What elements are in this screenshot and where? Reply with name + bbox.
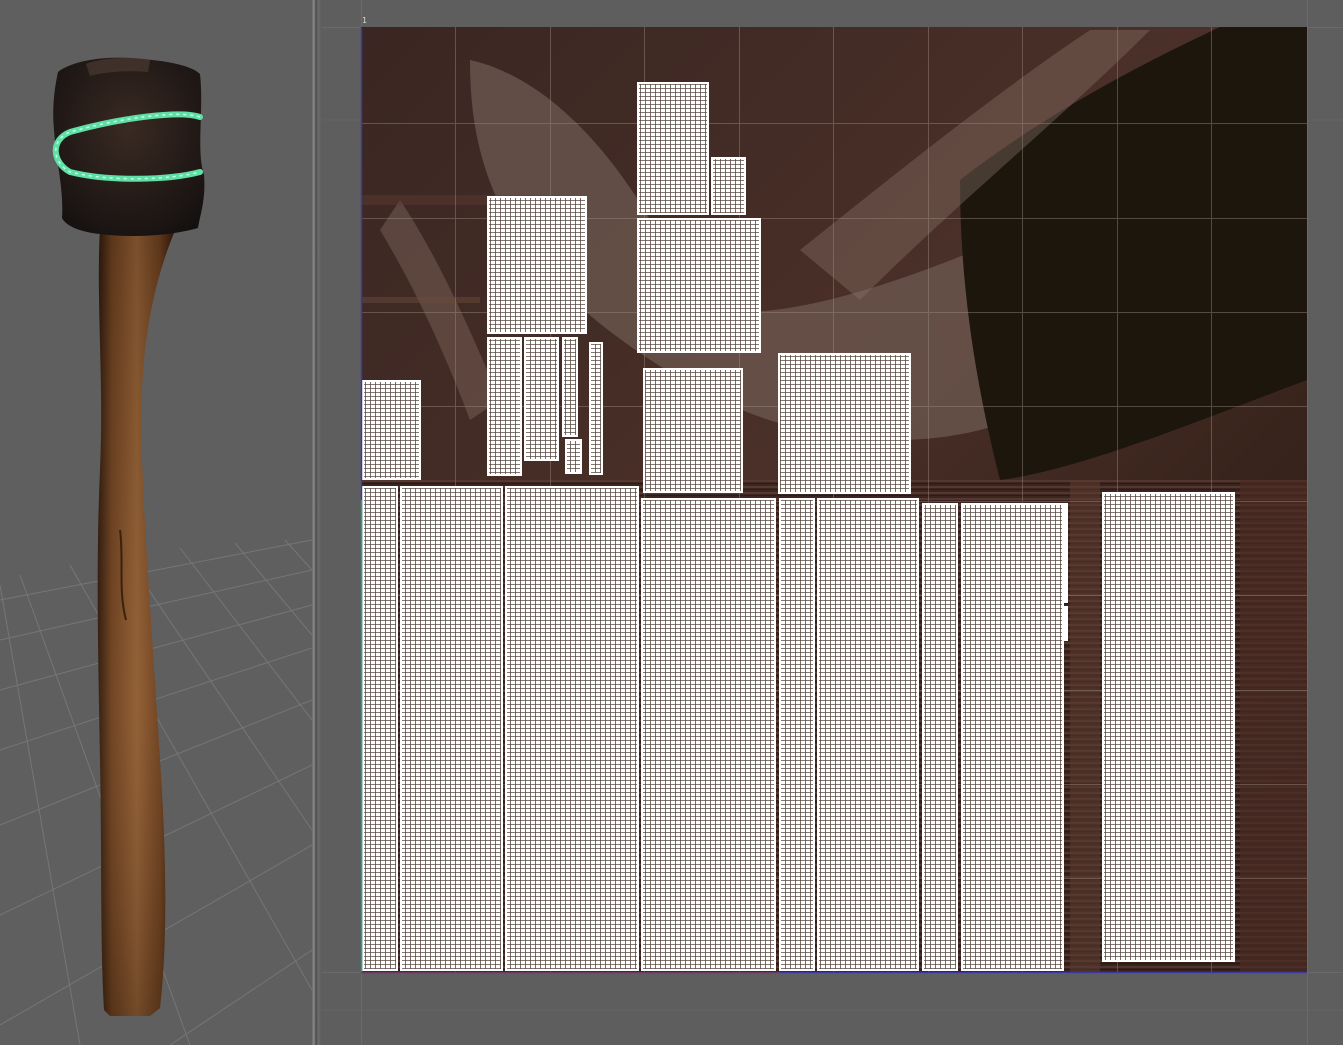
uv-shell[interactable] [589, 342, 603, 475]
uv-shell[interactable] [524, 337, 559, 461]
perspective-viewport[interactable] [0, 0, 312, 1045]
uv-shell[interactable] [778, 353, 911, 494]
uv-shell[interactable] [961, 503, 1064, 971]
uv-shell[interactable] [779, 498, 815, 971]
uv-shell[interactable] [637, 218, 761, 353]
uv-shell[interactable] [922, 503, 958, 971]
uv-shell[interactable] [641, 498, 776, 971]
uv-shell[interactable] [487, 337, 522, 476]
uv-shell[interactable] [817, 498, 919, 971]
uv-shell[interactable] [637, 82, 709, 215]
uv-canvas[interactable] [322, 0, 1343, 1045]
uv-shell[interactable] [400, 486, 503, 971]
uv-editor-panel[interactable]: 1 [322, 0, 1343, 1045]
uv-shell[interactable] [565, 439, 582, 474]
uv-origin-marker: 1 [362, 16, 368, 25]
uv-shell[interactable] [643, 368, 743, 493]
uv-shell[interactable] [1064, 503, 1068, 603]
viewport-canvas[interactable] [0, 0, 312, 1045]
uv-shell[interactable] [505, 486, 639, 971]
uv-shell[interactable] [562, 337, 578, 437]
club-head[interactable] [53, 57, 205, 237]
panel-splitter[interactable] [312, 0, 322, 1045]
uv-shell[interactable] [362, 380, 421, 480]
uv-shell[interactable] [487, 196, 587, 334]
uv-shell[interactable] [711, 157, 746, 215]
uv-shell[interactable] [1102, 492, 1235, 962]
uv-shell[interactable] [362, 486, 398, 971]
uv-shell[interactable] [1064, 606, 1068, 641]
